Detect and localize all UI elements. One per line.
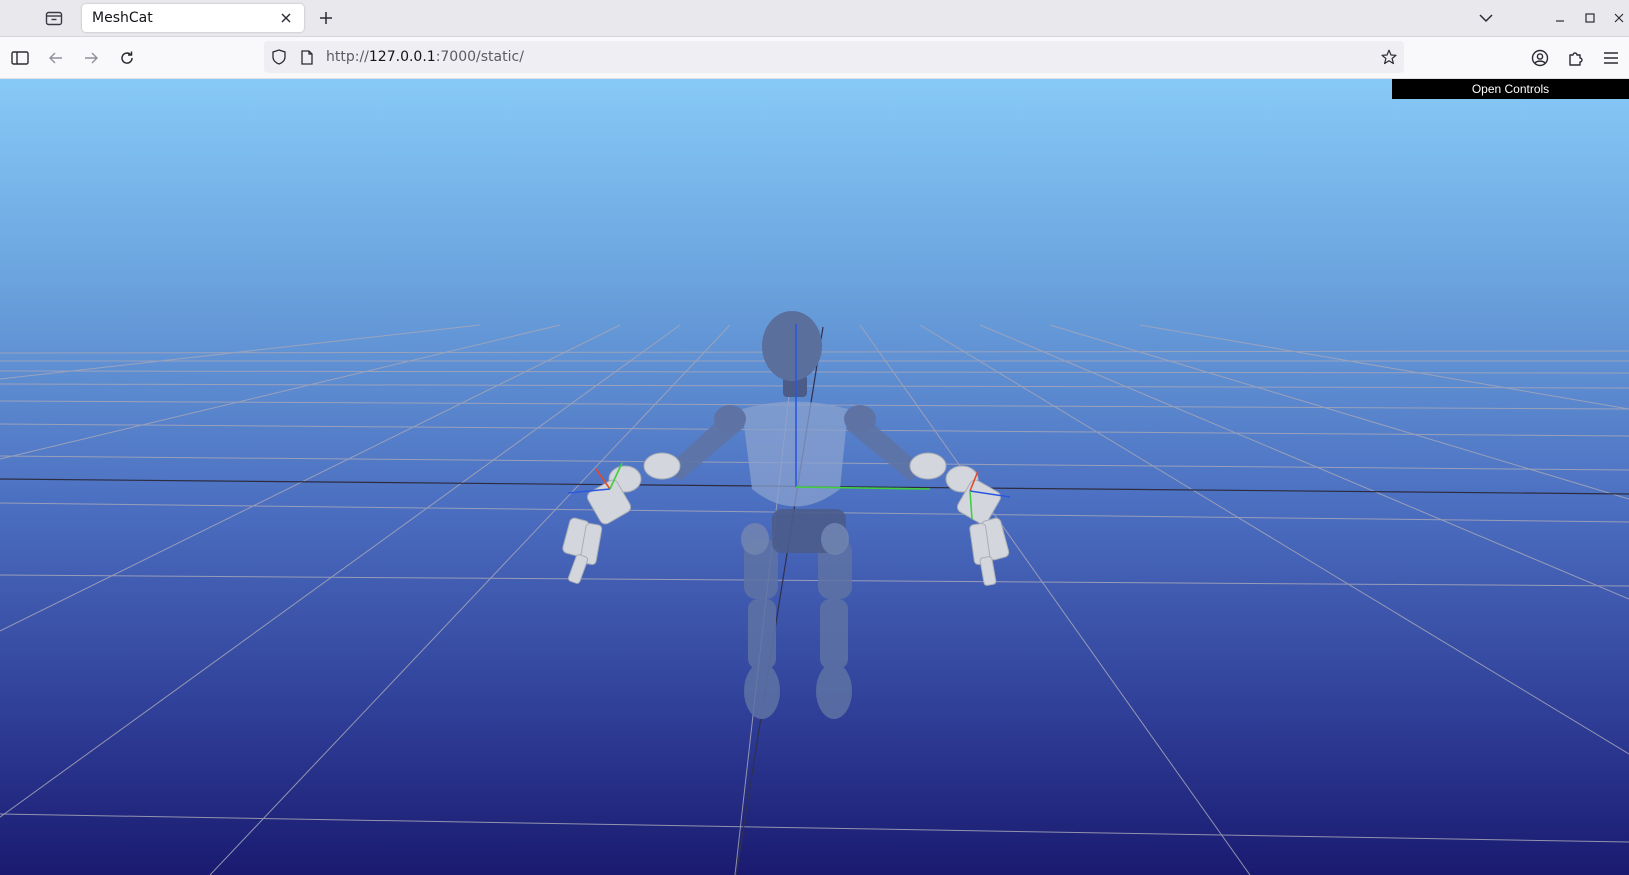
- sidebar-icon: [11, 51, 29, 65]
- plus-icon: [320, 12, 332, 24]
- address-bar[interactable]: http://127.0.0.1:7000/static/: [264, 41, 1404, 73]
- extensions-button[interactable]: [1565, 47, 1587, 69]
- close-icon: [281, 13, 291, 23]
- maximize-icon: [1585, 13, 1595, 23]
- url-prefix: http://: [326, 49, 369, 65]
- robot-head: [762, 311, 822, 381]
- account-button[interactable]: [1529, 47, 1551, 69]
- robot-left-hand: [562, 452, 681, 584]
- reload-icon: [121, 51, 133, 64]
- chevron-down-icon: [1479, 14, 1493, 23]
- bookmark-button[interactable]: [1380, 48, 1398, 66]
- list-all-tabs-button[interactable]: [1476, 8, 1496, 28]
- forward-arrow-icon: [85, 52, 98, 64]
- close-window-button[interactable]: [1610, 8, 1628, 28]
- new-tab-button[interactable]: [316, 8, 336, 28]
- url-path: :7000/static/: [435, 49, 524, 65]
- forward-button[interactable]: [80, 47, 102, 69]
- url-host: 127.0.0.1: [368, 49, 436, 65]
- tab-strip: MeshCat: [0, 0, 1629, 37]
- shield-icon: [272, 49, 286, 65]
- maximize-button[interactable]: [1580, 8, 1600, 28]
- tracking-protection-button[interactable]: [270, 48, 288, 66]
- puzzle-icon: [1569, 52, 1583, 66]
- site-info-button[interactable]: [298, 48, 316, 66]
- robot-torso: [742, 401, 848, 507]
- tab-list-button[interactable]: [42, 6, 66, 30]
- back-button[interactable]: [45, 47, 67, 69]
- meshcat-viewport[interactable]: Open Controls: [0, 79, 1629, 875]
- navigation-toolbar: http://127.0.0.1:7000/static/: [0, 37, 1629, 79]
- app-menu-button[interactable]: [1600, 47, 1622, 69]
- sidebar-button[interactable]: [9, 47, 31, 69]
- robot-right-hand: [909, 452, 1010, 586]
- close-tab-button[interactable]: [278, 10, 294, 26]
- star-icon: [1381, 49, 1397, 65]
- tab-list-icon: [45, 11, 63, 26]
- tab-title: MeshCat: [92, 10, 153, 26]
- minimize-button[interactable]: [1550, 8, 1570, 28]
- 3d-scene-canvas[interactable]: [0, 79, 1629, 875]
- minimize-icon: [1556, 20, 1564, 22]
- url-text[interactable]: http://127.0.0.1:7000/static/: [326, 49, 524, 65]
- reload-button[interactable]: [116, 47, 138, 69]
- page-icon: [301, 49, 313, 65]
- hamburger-menu-icon: [1604, 52, 1618, 64]
- tab-meshcat[interactable]: MeshCat: [82, 4, 304, 32]
- open-controls-button[interactable]: Open Controls: [1392, 79, 1629, 99]
- account-icon: [1531, 49, 1549, 67]
- robot-legs: [744, 539, 852, 719]
- close-icon: [1614, 13, 1624, 23]
- back-arrow-icon: [49, 52, 62, 64]
